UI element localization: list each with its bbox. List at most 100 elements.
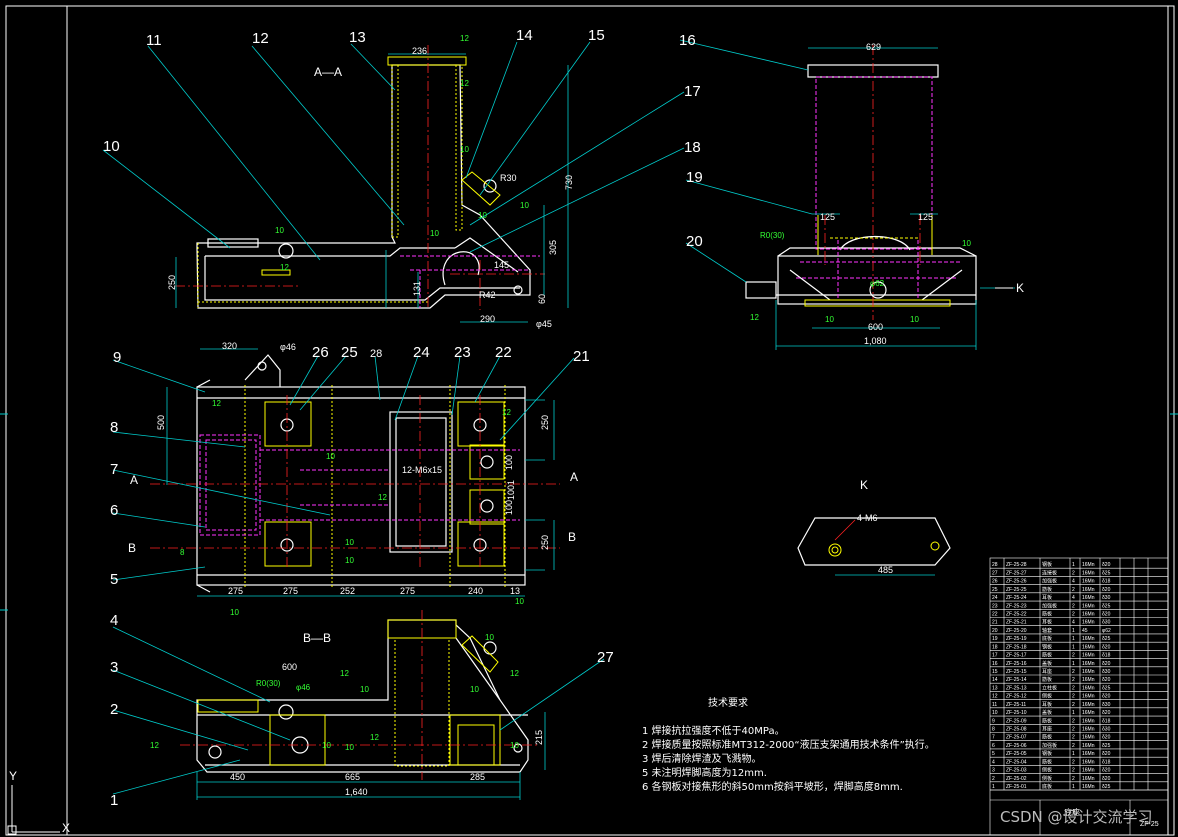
title-block-cell: 1 — [1072, 636, 1075, 642]
balloon-17: 17 — [684, 83, 701, 100]
balloon-18: 18 — [684, 139, 701, 156]
tech-item-5: 5 未注明焊脚高度为12mm. — [642, 766, 767, 779]
title-block-cell: ZF-25-13 — [1006, 685, 1027, 691]
balloon-3: 3 — [110, 659, 118, 676]
title-block-cell: 16Mn — [1082, 677, 1095, 683]
dim-bb-450: 450 — [230, 772, 245, 782]
title-block-cell: δ18 — [1102, 759, 1111, 765]
title-block-cell: 2 — [1072, 570, 1075, 576]
tech-item-2: 2 焊接质量按照标准MT312-2000“液压支架通用技术条件”执行。 — [642, 738, 935, 751]
title-block-cell: 筋板 — [1042, 676, 1052, 683]
title-block-cell: ZF-25-12 — [1006, 694, 1027, 700]
title-block-cell: δ20 — [1102, 587, 1111, 593]
title-block-cell: 9 — [992, 718, 995, 724]
title-block-cell: 16Mn — [1082, 669, 1095, 675]
dim-bb-600: 600 — [282, 662, 297, 672]
title-block-cell: δ25 — [1102, 603, 1111, 609]
cad-drawing: A—A B—B K K A A B B 1 2 3 4 5 6 7 8 9 10… — [0, 5, 1178, 836]
title-block-cell: ZF-25-23 — [1006, 603, 1027, 609]
balloon-21: 21 — [573, 348, 590, 365]
title-block-cell: δ25 — [1102, 685, 1111, 691]
title-block-cell: 2 — [1072, 718, 1075, 724]
dim-plan-phi46: φ46 — [280, 342, 296, 352]
balloon-15: 15 — [588, 27, 605, 44]
title-block-cell: δ30 — [1102, 620, 1111, 626]
title-block-cell: ZF-25-02 — [1006, 776, 1027, 782]
dim-aa-height: 730 — [564, 175, 574, 190]
title-block-cell: 加强板 — [1042, 742, 1057, 749]
tech-item-3: 3 焊后清除焊渣及飞溅物。 — [642, 752, 762, 765]
balloon-27: 27 — [597, 649, 614, 666]
technical-requirements: 技术要求 1 焊接抗拉强度不低于40MPa。 2 焊接质量按照标准MT312-2… — [642, 696, 935, 793]
title-block-cell: 2 — [1072, 702, 1075, 708]
title-block-cell: 17 — [992, 653, 998, 659]
title-block-cell: 筋板 — [1042, 652, 1052, 659]
title-block-cell: ZF-25-25 — [1006, 587, 1027, 593]
title-block-cell: ZF-25-24 — [1006, 595, 1027, 601]
title-block-cell: 1 — [1072, 644, 1075, 650]
title-block-cell: 耳座 — [1042, 726, 1052, 733]
title-block-cell: 钢板 — [1042, 643, 1052, 650]
title-block-cell: 2 — [1072, 603, 1075, 609]
title-block-cell: 6 — [992, 743, 995, 749]
balloon-1: 1 — [110, 792, 118, 809]
dim-side-r-note: R0(30) — [760, 231, 785, 240]
title-block-cell: 2 — [1072, 768, 1075, 774]
title-block-cell: 16Mn — [1082, 685, 1095, 691]
dim-aa-width-top: 236 — [412, 46, 427, 56]
title-block-cell: 28 — [992, 562, 998, 568]
title-block-cell: 2 — [1072, 677, 1075, 683]
weld-symbol: 10 — [430, 229, 439, 238]
title-block-cell: 16Mn — [1082, 579, 1095, 585]
title-block-cell: 23 — [992, 603, 998, 609]
title-block-cell: δ20 — [1102, 776, 1111, 782]
title-block-cell: 2 — [992, 776, 995, 782]
weld-symbol: 10 — [825, 315, 834, 324]
weld-symbol: 10 — [910, 315, 919, 324]
title-block-cell: 16Mn — [1082, 661, 1095, 667]
title-block-cell: 24 — [992, 595, 998, 601]
title-block-rows: 28 ZF-25-28 钢板 1 16Mn δ2027 ZF-25-27 连接板 2 16Mn δ2… — [992, 561, 1111, 790]
k-view — [797, 517, 951, 576]
title-block-cell: 2 — [1072, 743, 1075, 749]
title-block-cell: 45 — [1082, 628, 1088, 634]
weld-symbol: 10 — [275, 226, 284, 235]
title-block-cell: δ20 — [1102, 644, 1111, 650]
weld-symbol: 12 — [460, 34, 469, 43]
dim-plan-100-b: 100 — [504, 500, 514, 515]
balloon-24: 24 — [413, 344, 430, 361]
weld-symbol: 12 — [340, 669, 349, 678]
title-block-cell: 16Mn — [1082, 727, 1095, 733]
cut-b-left: B — [128, 541, 136, 555]
title-block-cell: ZF-25-27 — [1006, 570, 1027, 576]
balloon-10: 10 — [103, 138, 120, 155]
title-block-cell: δ20 — [1102, 751, 1111, 757]
weld-symbol: 10 — [485, 633, 494, 642]
title-block-cell: 5 — [992, 751, 995, 757]
title-block-cell: 16Mn — [1082, 595, 1095, 601]
title-block-cell: 连接板 — [1042, 569, 1057, 576]
dim-plan-bottom-2: 275 — [283, 586, 298, 596]
dim-side-125-right: 125 — [918, 212, 933, 222]
title-block-cell: δ25 — [1102, 570, 1111, 576]
title-block-cell: 16Mn — [1082, 644, 1095, 650]
dim-aa-60: 60 — [537, 294, 547, 304]
title-block-cell: 18 — [992, 644, 998, 650]
title-block-cell: δ25 — [1102, 636, 1111, 642]
weld-symbol: 12 — [510, 669, 519, 678]
title-block-cell: δ25 — [1102, 743, 1111, 749]
dim-side-125-left: 125 — [820, 212, 835, 222]
balloon-4: 4 — [110, 612, 118, 629]
weld-symbol: 12 — [378, 493, 387, 502]
balloon-12: 12 — [252, 30, 269, 47]
title-block-cell: 11 — [992, 702, 997, 708]
title-block-cell: ZF-25-17 — [1006, 653, 1027, 659]
title-block-cell: 20 — [992, 628, 998, 634]
title-block-cell: 10 — [992, 710, 998, 716]
title-block-cell: 2 — [1072, 759, 1075, 765]
title-block-cell: 26 — [992, 579, 998, 585]
title-block-cell: δ30 — [1102, 702, 1111, 708]
title-block-cell: 16Mn — [1082, 636, 1095, 642]
dim-plan-320: 320 — [222, 341, 237, 351]
title-block-cell: 4 — [1072, 595, 1075, 601]
